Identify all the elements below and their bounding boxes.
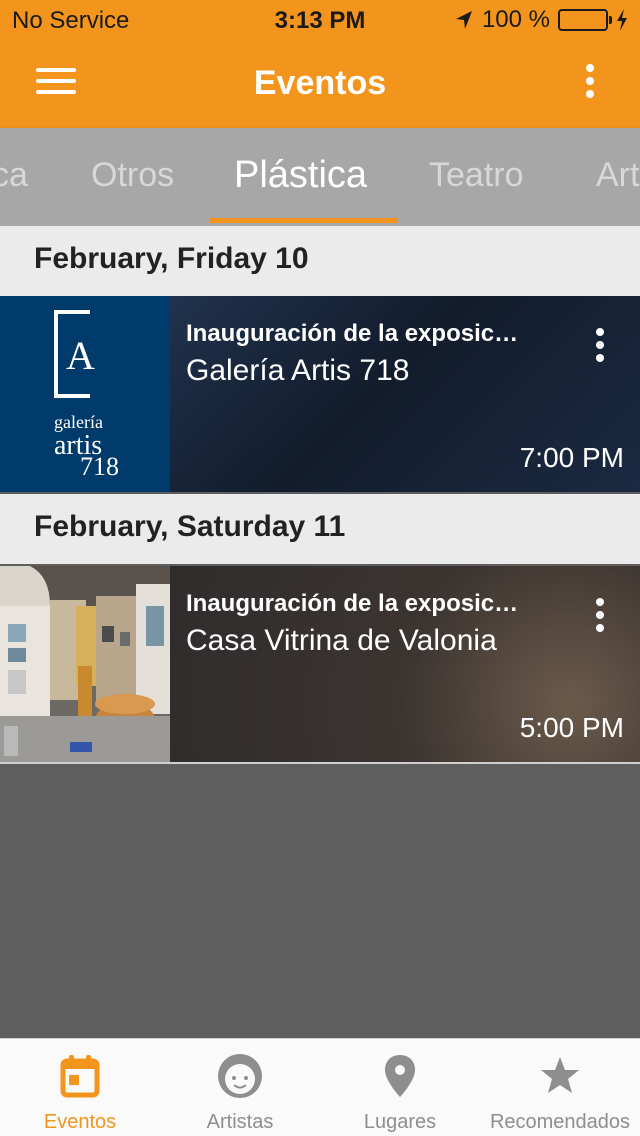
event-title: Inauguración de la exposic… [186,590,519,617]
bottom-tab-eventos[interactable]: Eventos [0,1039,160,1136]
bottom-tab-artistas[interactable]: Artistas [160,1039,320,1136]
event-info: Inauguración de la exposic… Casa Vitrina… [170,566,640,762]
battery-percent: 100 % [481,6,550,33]
event-venue: Galería Artis 718 [186,354,410,387]
active-tab-indicator [210,218,398,223]
event-title: Inauguración de la exposic… [186,320,519,347]
bottom-tab-recomendados[interactable]: Recomendados [480,1039,640,1136]
event-time: 7:00 PM [519,442,624,473]
section-date-header: February, Saturday 11 [0,494,640,564]
page-title: Eventos [253,64,387,102]
bottom-tab-bar: Eventos Artistas Lugares Recomendados [0,1038,640,1136]
tab-artes[interactable]: Art [596,156,639,195]
charging-bolt-icon [617,9,627,31]
bottom-tab-label: Artistas [206,1111,274,1133]
event-more-icon[interactable] [594,598,606,638]
tab-otros[interactable]: Otros [91,156,174,195]
event-info: Inauguración de la exposic… Galería Arti… [170,296,640,492]
map-pin-icon [385,1055,415,1097]
star-icon [541,1057,579,1093]
more-vertical-icon[interactable] [580,64,600,104]
section-date: February, Saturday 11 [34,510,346,543]
tab-teatro[interactable]: Teatro [429,156,524,195]
tab-musica[interactable]: ca [0,156,28,195]
event-venue: Casa Vitrina de Valonia [186,624,497,657]
battery-icon [558,9,612,31]
event-more-icon[interactable] [594,328,606,368]
event-card[interactable]: Inauguración de la exposic… Casa Vitrina… [0,566,640,762]
status-right: 100 % [454,6,628,34]
tab-plastica[interactable]: Plástica [234,154,367,197]
event-card[interactable]: A galería artis 718 Inauguración de la e… [0,296,640,492]
list-divider [0,762,640,764]
face-icon [218,1054,262,1098]
venue-photo [0,566,170,762]
bottom-tab-label: Eventos [43,1111,117,1133]
bottom-tab-lugares[interactable]: Lugares [320,1039,480,1136]
category-tabs: ca Otros Plástica Teatro Art [0,128,640,226]
app-header-bar: No Service 3:13 PM 100 % Eventos [0,0,640,128]
section-date-header: February, Friday 10 [0,226,640,296]
status-bar: No Service 3:13 PM 100 % [0,0,640,40]
section-date: February, Friday 10 [34,242,309,275]
event-time: 5:00 PM [519,712,624,743]
bottom-tab-label: Recomendados [489,1111,631,1133]
location-arrow-icon [455,11,472,29]
bottom-tab-label: Lugares [363,1111,437,1133]
gallery-interior-image [0,566,170,762]
calendar-icon [60,1055,100,1098]
galeria-artis-logo: A galería artis 718 [0,296,170,492]
nav-header: Eventos [0,40,640,128]
